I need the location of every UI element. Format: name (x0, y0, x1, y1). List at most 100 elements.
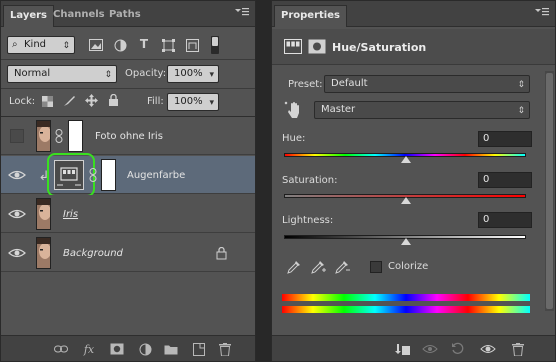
eyedropper-minus-icon[interactable] (334, 259, 350, 275)
eye-icon[interactable] (7, 167, 27, 183)
layer-thumbnail (36, 198, 51, 230)
channel-dropdown[interactable]: Master ⇕ (314, 101, 530, 119)
lock-move-icon[interactable] (85, 94, 98, 107)
layer-row-background[interactable]: Background (1, 234, 255, 272)
fill-value: 100% (174, 96, 203, 107)
layers-tabbar: Layers Channels Paths (1, 1, 255, 27)
properties-panel: Properties Hue/Saturation Preset: Defaul… (271, 0, 556, 362)
new-layer-icon[interactable] (191, 341, 207, 357)
targeted-adjustment-hand-icon[interactable] (284, 101, 304, 119)
layer-name: Background (63, 248, 123, 259)
adjustment-title: Hue/Saturation (332, 41, 427, 54)
chevron-updown-icon: ⇕ (104, 70, 112, 80)
lightness-input[interactable]: 0 (478, 212, 532, 228)
output-color-bar (282, 306, 530, 313)
chevron-updown-icon: ⇕ (517, 106, 525, 116)
visibility-toggle-off[interactable] (10, 129, 24, 143)
blend-row: Normal ⇕ Opacity: 100% ▾ (1, 61, 255, 87)
tab-paths[interactable]: Paths (103, 5, 147, 27)
lightness-label: Lightness: (282, 215, 334, 226)
eyedropper-plus-icon[interactable] (310, 259, 326, 275)
tab-channels[interactable]: Channels (47, 5, 111, 27)
layer-row-foto-ohne-iris[interactable]: Foto ohne Iris (1, 117, 255, 155)
layer-mask-thumbnail[interactable] (68, 120, 83, 152)
fx-icon[interactable]: fx (81, 341, 97, 357)
layers-bottom-toolbar: fx (1, 335, 255, 361)
hue-input[interactable]: 0 (478, 131, 532, 147)
chevron-updown-icon: ⇕ (62, 41, 70, 51)
preset-value: Default (331, 78, 368, 89)
properties-scrollbar[interactable] (545, 71, 554, 311)
lock-brush-icon[interactable] (63, 95, 75, 107)
opacity-value: 100% (174, 68, 203, 79)
preset-dropdown[interactable]: Default ⇕ (324, 75, 530, 93)
view-previous-state-icon[interactable] (422, 341, 438, 357)
trash-icon[interactable] (217, 341, 233, 357)
layers-panel: Layers Channels Paths ⌕ Kind ⇕ T Normal … (0, 0, 256, 362)
scrollbar-thumb[interactable] (546, 73, 553, 309)
properties-header: Hue/Saturation (272, 29, 555, 65)
filter-kind-label: Kind (24, 39, 47, 50)
eye-icon[interactable] (7, 206, 27, 222)
visibility-eye-icon[interactable] (480, 341, 496, 357)
layer-thumbnail (36, 237, 51, 269)
hue-label: Hue: (282, 133, 306, 144)
panel-menu-icon[interactable] (535, 7, 549, 17)
lock-icon (215, 246, 227, 260)
folder-icon[interactable] (163, 341, 179, 357)
filter-pixel-icon[interactable] (89, 38, 103, 52)
lock-label: Lock: (9, 96, 36, 107)
filter-type-icon[interactable]: T (137, 37, 151, 51)
properties-bottom-toolbar (272, 335, 555, 361)
colorize-label: Colorize (388, 261, 429, 272)
mask-mode-icon[interactable] (308, 38, 326, 54)
layer-mask-thumbnail[interactable] (101, 159, 116, 191)
link-icon[interactable] (53, 341, 69, 357)
opacity-input[interactable]: 100% ▾ (167, 65, 219, 83)
eyedropper-icon[interactable] (286, 259, 302, 275)
adjustment-icon[interactable] (137, 341, 153, 357)
tab-properties[interactable]: Properties (274, 5, 347, 27)
eye-icon[interactable] (7, 245, 27, 261)
hue-saturation-icon (284, 38, 302, 54)
panel-menu-icon[interactable] (235, 7, 249, 17)
layer-row-iris[interactable]: Iris (1, 195, 255, 233)
saturation-slider-handle[interactable] (401, 197, 411, 204)
clip-to-layer-icon[interactable] (394, 341, 410, 357)
lightness-slider-handle[interactable] (401, 238, 411, 245)
filter-toggle-icon[interactable] (211, 36, 219, 54)
blend-mode-value: Normal (14, 68, 51, 79)
filter-kind-dropdown[interactable]: ⌕ Kind ⇕ (7, 36, 75, 54)
chain-link-icon[interactable] (89, 168, 97, 182)
lock-all-icon[interactable] (107, 94, 119, 107)
mask-icon[interactable] (109, 341, 125, 357)
chevron-updown-icon: ⇕ (517, 80, 525, 90)
blend-mode-dropdown[interactable]: Normal ⇕ (7, 65, 117, 83)
layer-row-augenfarbe[interactable]: ↲ Augenfarbe (1, 153, 255, 197)
opacity-label: Opacity: (125, 68, 167, 79)
lock-transparent-icon[interactable] (41, 95, 53, 107)
saturation-label: Saturation: (282, 175, 338, 186)
filter-smart-object-icon[interactable] (185, 38, 199, 52)
delete-adjustment-icon[interactable] (510, 341, 526, 357)
hue-slider-handle[interactable] (401, 156, 411, 163)
chevron-down-icon[interactable]: ▾ (209, 67, 214, 83)
colorize-checkbox[interactable] (370, 261, 382, 273)
search-icon: ⌕ (12, 39, 18, 50)
filter-row: ⌕ Kind ⇕ T (1, 31, 255, 59)
preset-label: Preset: (288, 79, 323, 90)
properties-tabbar: Properties (272, 1, 555, 27)
layer-name: Augenfarbe (127, 170, 186, 181)
filter-shape-icon[interactable] (161, 38, 175, 52)
filter-adjustment-icon[interactable] (113, 38, 127, 52)
chain-link-icon[interactable] (54, 129, 64, 143)
fill-input[interactable]: 100% ▾ (167, 93, 219, 111)
reset-icon[interactable] (450, 341, 466, 357)
layer-thumbnail (36, 120, 51, 152)
channel-value: Master (321, 104, 356, 115)
lock-row: Lock: Fill: 100% ▾ (1, 90, 255, 114)
adjustment-thumbnail[interactable] (54, 160, 84, 190)
saturation-input[interactable]: 0 (478, 172, 532, 188)
chevron-down-icon[interactable]: ▾ (209, 95, 214, 111)
input-color-bar (282, 294, 530, 301)
